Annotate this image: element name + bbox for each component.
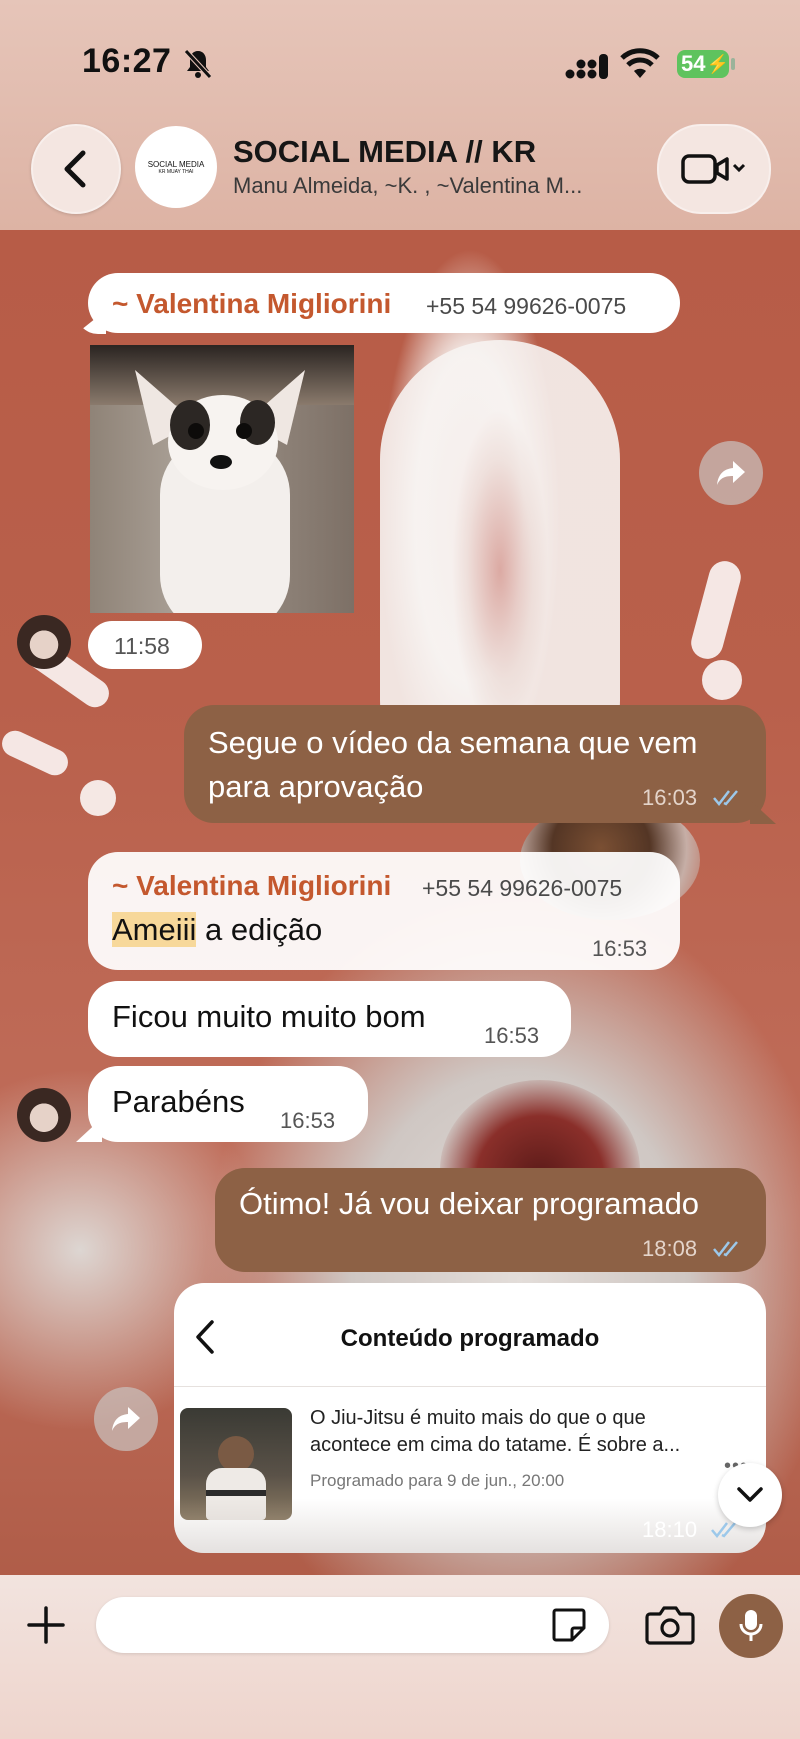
message-time: 18:10: [642, 1517, 698, 1542]
wifi-icon: [620, 48, 660, 78]
avatar-subtext: KR MUAY THAI: [158, 168, 194, 175]
post-text: O Jiu-Jitsu é muito mais do que o que: [310, 1407, 646, 1429]
sticker-icon[interactable]: [550, 1606, 588, 1644]
message-text: Ótimo! Já vou deixar programado: [239, 1186, 700, 1221]
video-call-button[interactable]: [657, 124, 771, 214]
dog-photo[interactable]: [90, 345, 354, 613]
message-bubble-incoming[interactable]: ~ Valentina Migliorini +55 54 99626-0075: [88, 273, 680, 333]
battery-indicator: 54 ⚡: [677, 50, 729, 78]
battery-cap: [731, 58, 735, 70]
sender-name: ~ Valentina Migliorini: [112, 870, 392, 901]
message-time: 16:53: [280, 1108, 336, 1133]
message-time: 16:03: [642, 785, 698, 810]
scheduled-content-card[interactable]: Conteúdo programado O Jiu-Jitsu é muito …: [174, 1283, 766, 1553]
message-text: Segue o vídeo da semana que vem: [208, 725, 698, 760]
microphone-icon: [739, 1610, 763, 1641]
highlighted-word: Ameiii: [112, 912, 197, 947]
forward-icon: [717, 461, 745, 485]
scroll-down-icon: [737, 1487, 763, 1502]
voice-message-button[interactable]: [719, 1594, 783, 1658]
battery-level: 54: [681, 51, 706, 76]
message-bubble-incoming[interactable]: Parabéns 16:53: [88, 1066, 368, 1142]
card-divider: [174, 1386, 766, 1387]
double-check-icon: [713, 790, 738, 806]
scroll-down-button[interactable]: [718, 1463, 782, 1527]
post-text-line2: acontece em cima do tatame. É sobre a...: [310, 1434, 681, 1456]
sender-phone: +55 54 99626-0075: [422, 875, 623, 901]
message-text-line2: para aprovação: [208, 769, 424, 804]
card-title: Conteúdo programado: [340, 1325, 600, 1352]
message-text: a edição: [196, 912, 323, 947]
sender-name: ~ Valentina Migliorini: [112, 288, 392, 319]
group-avatar[interactable]: SOCIAL MEDIA KR MUAY THAI: [135, 126, 217, 208]
message-bubble-outgoing[interactable]: Segue o vídeo da semana que vem para apr…: [184, 705, 766, 823]
scheduled-date: Programado para 9 de jun., 20:00: [310, 1471, 565, 1490]
message-time: 11:58: [114, 633, 170, 659]
message-bubble-incoming[interactable]: ~ Valentina Migliorini +55 54 99626-0075…: [88, 852, 680, 970]
sender-avatar[interactable]: [17, 615, 71, 669]
group-members[interactable]: Manu Almeida, ~K. , ~Valentina M...: [233, 173, 582, 199]
sender-phone: +55 54 99626-0075: [426, 293, 627, 319]
message-text: Parabéns: [112, 1084, 245, 1119]
forward-icon: [112, 1407, 140, 1431]
signal-icon: [565, 54, 608, 79]
message-bubble-outgoing[interactable]: Ótimo! Já vou deixar programado 18:08: [215, 1168, 766, 1272]
image-timestamp: 11:58: [88, 621, 202, 669]
forward-button[interactable]: [699, 441, 763, 505]
camera-icon[interactable]: [645, 1604, 695, 1646]
status-time: 16:27: [82, 42, 172, 80]
message-bubble-incoming[interactable]: Ficou muito muito bom 16:53: [88, 981, 571, 1057]
message-input[interactable]: [96, 1597, 609, 1653]
mute-bell-icon: [184, 49, 212, 79]
video-call-icon: [681, 154, 746, 184]
forward-button[interactable]: [94, 1387, 158, 1451]
message-time: 18:08: [642, 1236, 698, 1261]
back-icon: [64, 150, 86, 188]
message-time: 16:53: [592, 936, 648, 961]
group-title[interactable]: SOCIAL MEDIA // KR: [233, 134, 536, 170]
avatar-text: SOCIAL MEDIA: [147, 159, 205, 169]
message-time: 16:53: [484, 1023, 540, 1048]
back-button[interactable]: [31, 124, 121, 214]
sender-avatar[interactable]: [17, 1088, 71, 1142]
double-check-icon: [713, 1241, 738, 1257]
message-text: Ficou muito muito bom: [112, 999, 426, 1034]
plus-icon[interactable]: [26, 1605, 66, 1645]
message-text-row: Ameiii a edição: [112, 912, 322, 948]
